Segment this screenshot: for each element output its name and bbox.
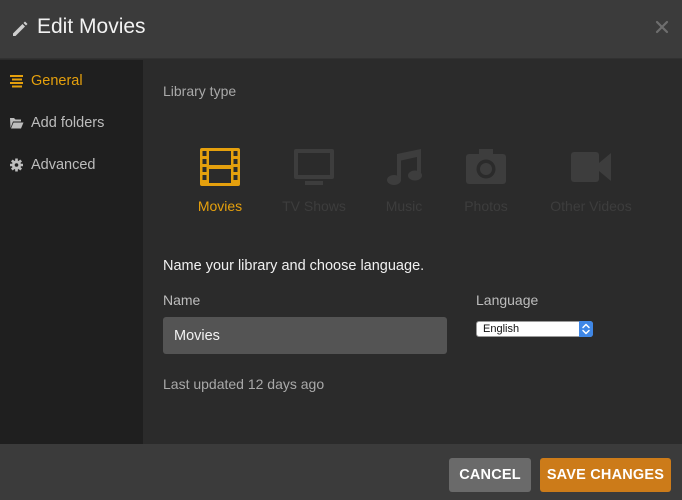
film-icon (200, 148, 240, 186)
gear-icon (10, 158, 23, 172)
updown-chevron-icon (579, 321, 593, 337)
sidebar-item-label: Advanced (31, 157, 96, 173)
sidebar-item-general[interactable]: General (0, 61, 143, 101)
video-camera-icon (571, 152, 611, 182)
sidebar-item-advanced[interactable]: Advanced (0, 145, 143, 185)
last-updated-text: Last updated 12 days ago (163, 376, 325, 392)
tv-icon (294, 149, 334, 185)
save-changes-button[interactable]: SAVE CHANGES (540, 458, 671, 492)
sidebar-item-add-folders[interactable]: Add folders (0, 103, 143, 143)
language-select-value: English (483, 323, 520, 335)
music-note-icon (387, 149, 422, 185)
dialog-header: Edit Movies (0, 0, 682, 59)
library-type-photos[interactable]: Photos (461, 148, 511, 218)
name-label: Name (163, 292, 201, 308)
name-language-prompt: Name your library and choose language. (163, 258, 425, 274)
folder-open-icon (10, 118, 24, 129)
language-select[interactable]: English (476, 321, 593, 337)
sidebar: General Add folders Advanced (0, 60, 143, 444)
camera-icon (466, 149, 506, 184)
sidebar-item-label: Add folders (31, 115, 105, 131)
library-type-label: Music (385, 198, 423, 214)
library-type-label: Photos (464, 198, 508, 214)
language-label: Language (476, 292, 539, 308)
list-lines-icon (10, 75, 23, 88)
dialog-title: Edit Movies (37, 15, 146, 38)
library-type-label: Movies (197, 198, 243, 214)
library-name-input[interactable] (163, 317, 447, 354)
pencil-icon (13, 21, 28, 36)
dialog-footer: CANCEL SAVE CHANGES (0, 444, 682, 500)
sidebar-item-label: General (31, 73, 83, 89)
library-type-other-videos[interactable]: Other Videos (549, 148, 633, 218)
library-type-movies[interactable]: Movies (195, 148, 245, 218)
close-icon[interactable] (654, 19, 670, 35)
library-type-label: TV Shows (282, 198, 346, 214)
library-type-music[interactable]: Music (379, 148, 429, 218)
library-type-tv-shows[interactable]: TV Shows (281, 148, 347, 218)
main-panel: Library type Movies TV Shows Music Photo… (143, 60, 682, 444)
library-type-heading: Library type (163, 83, 237, 99)
cancel-button[interactable]: CANCEL (449, 458, 531, 492)
library-type-label: Other Videos (550, 198, 632, 214)
